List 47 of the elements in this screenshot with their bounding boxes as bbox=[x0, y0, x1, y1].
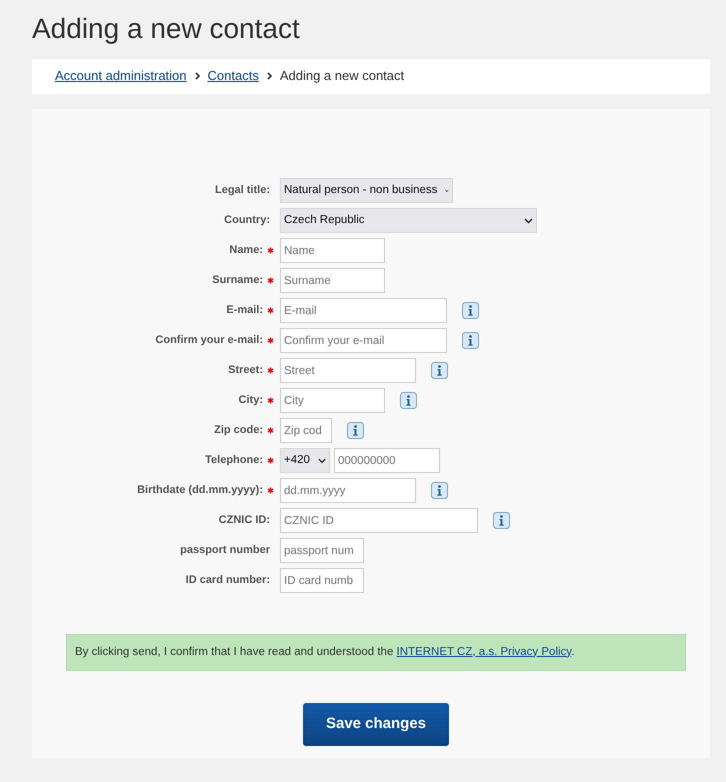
info-icon[interactable] bbox=[462, 302, 479, 320]
input-field[interactable]: Surname bbox=[280, 268, 385, 294]
field-label: passport number bbox=[180, 543, 270, 558]
field-label: Legal title: bbox=[214, 183, 270, 198]
info-icon[interactable] bbox=[400, 392, 417, 410]
field-label: E-mail: bbox=[226, 303, 263, 318]
chevron-icon bbox=[524, 218, 533, 224]
field-label: Zip code: bbox=[214, 423, 263, 438]
info-icon[interactable] bbox=[347, 422, 364, 440]
field-label: ID card number: bbox=[186, 573, 270, 588]
input-field[interactable]: dd.mm.yyyy bbox=[280, 478, 416, 504]
info-icon[interactable] bbox=[431, 362, 448, 380]
field-label: Surname: bbox=[212, 273, 263, 288]
input-field[interactable]: Street bbox=[280, 358, 416, 384]
input-field[interactable]: Confirm your e-mail bbox=[280, 328, 447, 354]
select-field[interactable]: +420 bbox=[280, 448, 330, 474]
field-label: Confirm your e-mail: bbox=[155, 333, 263, 348]
field-label: Street: bbox=[228, 363, 263, 378]
input-field[interactable]: E-mail bbox=[280, 298, 447, 324]
input-field[interactable]: passport num bbox=[280, 538, 364, 564]
page-title: Adding a new contact bbox=[32, 12, 301, 46]
field-label: Country: bbox=[224, 213, 270, 228]
field-label: CZNIC ID: bbox=[218, 513, 270, 528]
field-label: Telephone: bbox=[205, 453, 263, 468]
select-field[interactable]: Natural person - non business bbox=[280, 178, 453, 204]
input-field[interactable]: Zip cod bbox=[280, 418, 332, 444]
input-field[interactable]: CZNIC ID bbox=[280, 508, 478, 534]
breadcrumb-link[interactable]: Contacts bbox=[208, 66, 259, 86]
breadcrumb-current: Adding a new contact bbox=[280, 67, 404, 86]
chevron-icon bbox=[318, 458, 326, 464]
input-field[interactable]: City bbox=[280, 388, 385, 414]
chevron-icon bbox=[266, 72, 272, 80]
input-field[interactable]: Name bbox=[280, 238, 385, 264]
field-label: Name: bbox=[229, 243, 263, 258]
select-field[interactable]: Czech Republic bbox=[280, 208, 537, 234]
chevron-icon bbox=[194, 72, 200, 80]
privacy-policy-link[interactable]: INTERNET CZ, a.s. Privacy Policy bbox=[396, 646, 572, 658]
breadcrumb-link[interactable]: Account administration bbox=[55, 66, 187, 86]
input-field[interactable]: 000000000 bbox=[334, 448, 440, 474]
input-field[interactable]: ID card numb bbox=[280, 568, 364, 594]
field-label: Birthdate (dd.mm.yyyy): bbox=[137, 483, 263, 498]
field-label: City: bbox=[238, 393, 263, 408]
save-button[interactable]: Save changes bbox=[303, 702, 449, 746]
info-icon[interactable] bbox=[431, 482, 448, 500]
info-icon[interactable] bbox=[462, 332, 479, 350]
notice-text: By clicking send, I confirm that I have read and understood the INTERNET CZ, a.s. Privacy Policy. bbox=[66, 634, 686, 671]
info-icon[interactable] bbox=[493, 512, 510, 530]
